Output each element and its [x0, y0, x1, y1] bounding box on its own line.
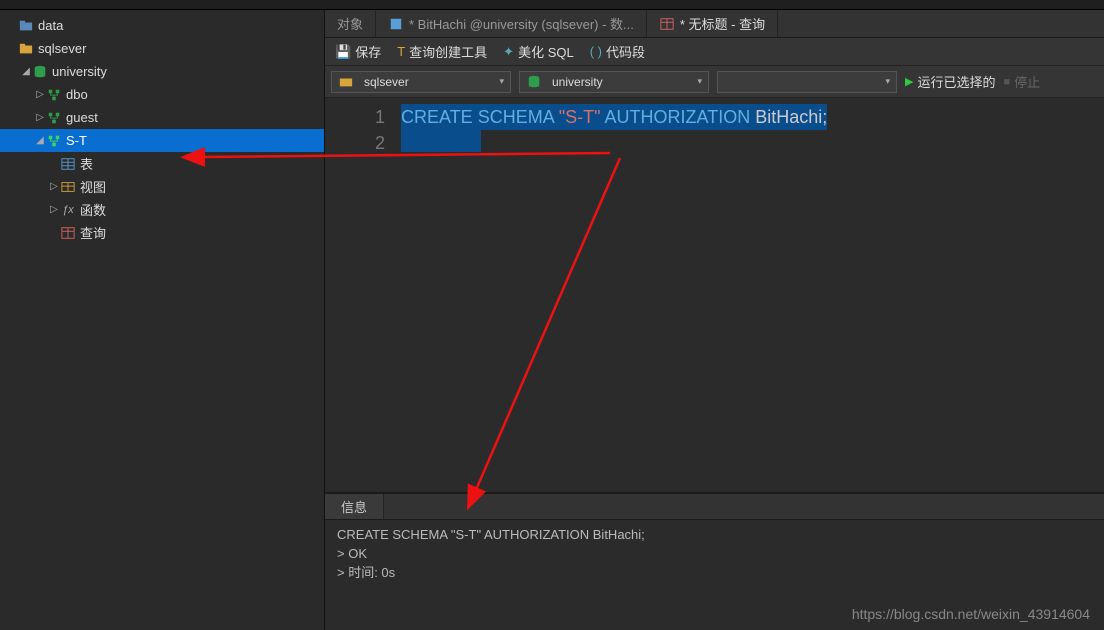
tree-label: data	[38, 18, 63, 33]
save-icon: 💾	[335, 44, 351, 60]
output-line: > 时间: 0s	[337, 565, 395, 580]
tree-item-dbo[interactable]: ▷ dbo	[0, 83, 324, 106]
toolbar-connection: sqlsever ▾ university ▾ ▾ ▶ 运行已选择的 ■ 停止	[325, 66, 1104, 98]
line-number: 1	[325, 104, 385, 130]
tree-item-functions[interactable]: ▷ ƒx 函数	[0, 198, 324, 221]
sql-editor[interactable]: 1 2 CREATE SCHEMA "S-T" AUTHORIZATION Bi…	[325, 98, 1104, 492]
run-selected-button[interactable]: ▶ 运行已选择的	[905, 72, 995, 91]
stop-icon: ■	[1003, 76, 1010, 88]
tree-item-university[interactable]: ◢ university	[0, 60, 324, 83]
object-explorer[interactable]: data sqlsever ◢ university ▷ dbo ▷ guest	[0, 10, 325, 630]
output-tabs: 信息	[325, 494, 1104, 520]
titlebar-stub	[0, 0, 1104, 10]
tree-label: 函数	[80, 200, 106, 219]
tree-item-guest[interactable]: ▷ guest	[0, 106, 324, 129]
tree-label: guest	[66, 110, 98, 125]
database-icon	[526, 74, 542, 90]
chevron-down-icon: ▾	[885, 76, 890, 87]
tree-label: 表	[80, 154, 93, 173]
tree-label: S-T	[66, 133, 87, 148]
button-label: 代码段	[606, 42, 645, 61]
tab-label: * 无标题 - 查询	[680, 14, 765, 33]
line-number: 2	[325, 130, 385, 156]
tab-objects[interactable]: 对象	[325, 10, 376, 37]
twisty-icon[interactable]: ▷	[34, 89, 46, 100]
tab-sql[interactable]: * BitHachi @university (sqlsever) - 数...	[376, 10, 647, 37]
save-button[interactable]: 💾保存	[335, 42, 381, 61]
sparkle-icon: ✦	[503, 44, 514, 60]
folder-icon	[18, 41, 34, 57]
output-line: > OK	[337, 546, 367, 561]
tree-label: university	[52, 64, 107, 79]
editor-tabs: 对象 * BitHachi @university (sqlsever) - 数…	[325, 10, 1104, 38]
tree-item-sqlsever[interactable]: sqlsever	[0, 37, 324, 60]
tab-label: 信息	[341, 500, 367, 515]
tree-item-st[interactable]: ◢ S-T	[0, 129, 324, 152]
toolbar-primary: 💾保存 T 查询创建工具 ✦美化 SQL ( ) 代码段	[325, 38, 1104, 66]
tree-label: dbo	[66, 87, 88, 102]
database-dropdown[interactable]: university ▾	[519, 71, 709, 93]
tree-item-queries[interactable]: 查询	[0, 221, 324, 244]
output-line: CREATE SCHEMA "S-T" AUTHORIZATION BitHac…	[337, 527, 645, 542]
tree-label: sqlsever	[38, 41, 86, 56]
query-builder-button[interactable]: T 查询创建工具	[397, 42, 487, 61]
code-line[interactable]: CREATE SCHEMA "S-T" AUTHORIZATION BitHac…	[401, 104, 1104, 130]
folder-icon	[338, 74, 354, 90]
main-panel: 对象 * BitHachi @university (sqlsever) - 数…	[325, 10, 1104, 630]
database-icon	[32, 64, 48, 80]
chevron-down-icon: ▾	[499, 76, 504, 87]
tab-label: 对象	[337, 14, 363, 33]
brackets-icon: ( )	[590, 44, 602, 59]
button-label: 美化 SQL	[518, 42, 574, 61]
snippet-button[interactable]: ( ) 代码段	[590, 42, 645, 61]
code-line[interactable]	[401, 130, 1104, 159]
twisty-icon[interactable]: ▷	[34, 112, 46, 123]
tab-info[interactable]: 信息	[325, 494, 384, 519]
query-icon	[60, 225, 76, 241]
dropdown-value: sqlsever	[364, 75, 409, 89]
tree-item-views[interactable]: ▷ 视图	[0, 175, 324, 198]
app-container: data sqlsever ◢ university ▷ dbo ▷ guest	[0, 10, 1104, 630]
fx-icon: ƒx	[60, 202, 76, 218]
twisty-icon[interactable]: ▷	[48, 204, 60, 215]
dropdown-value: university	[552, 75, 603, 89]
tree-item-data[interactable]: data	[0, 14, 324, 37]
folder-icon	[18, 18, 34, 34]
tool-icon: T	[397, 44, 405, 59]
sql-icon	[388, 16, 404, 32]
twisty-icon[interactable]: ◢	[34, 135, 46, 146]
play-icon: ▶	[905, 75, 913, 88]
tree-label: 视图	[80, 177, 106, 196]
button-label: 运行已选择的	[917, 72, 995, 91]
schema-icon	[46, 133, 62, 149]
view-icon	[60, 179, 76, 195]
twisty-icon[interactable]: ▷	[48, 181, 60, 192]
code-area[interactable]: CREATE SCHEMA "S-T" AUTHORIZATION BitHac…	[401, 98, 1104, 492]
button-label: 查询创建工具	[409, 42, 487, 61]
tab-label: * BitHachi @university (sqlsever) - 数...	[409, 14, 634, 33]
tree-label: 查询	[80, 223, 106, 242]
line-gutter: 1 2	[325, 98, 401, 492]
tab-query[interactable]: * 无标题 - 查询	[647, 10, 778, 37]
twisty-icon[interactable]: ◢	[20, 66, 32, 77]
schema-icon	[46, 87, 62, 103]
tree-item-tables[interactable]: 表	[0, 152, 324, 175]
beautify-button[interactable]: ✦美化 SQL	[503, 42, 574, 61]
button-label: 停止	[1014, 72, 1040, 91]
table-icon	[60, 156, 76, 172]
watermark: https://blog.csdn.net/weixin_43914604	[852, 606, 1090, 622]
query-icon	[659, 16, 675, 32]
chevron-down-icon: ▾	[697, 76, 702, 87]
connection-dropdown[interactable]: sqlsever ▾	[331, 71, 511, 93]
schema-icon	[46, 110, 62, 126]
stop-button: ■ 停止	[1003, 72, 1040, 91]
extra-dropdown[interactable]: ▾	[717, 71, 897, 93]
button-label: 保存	[355, 42, 381, 61]
